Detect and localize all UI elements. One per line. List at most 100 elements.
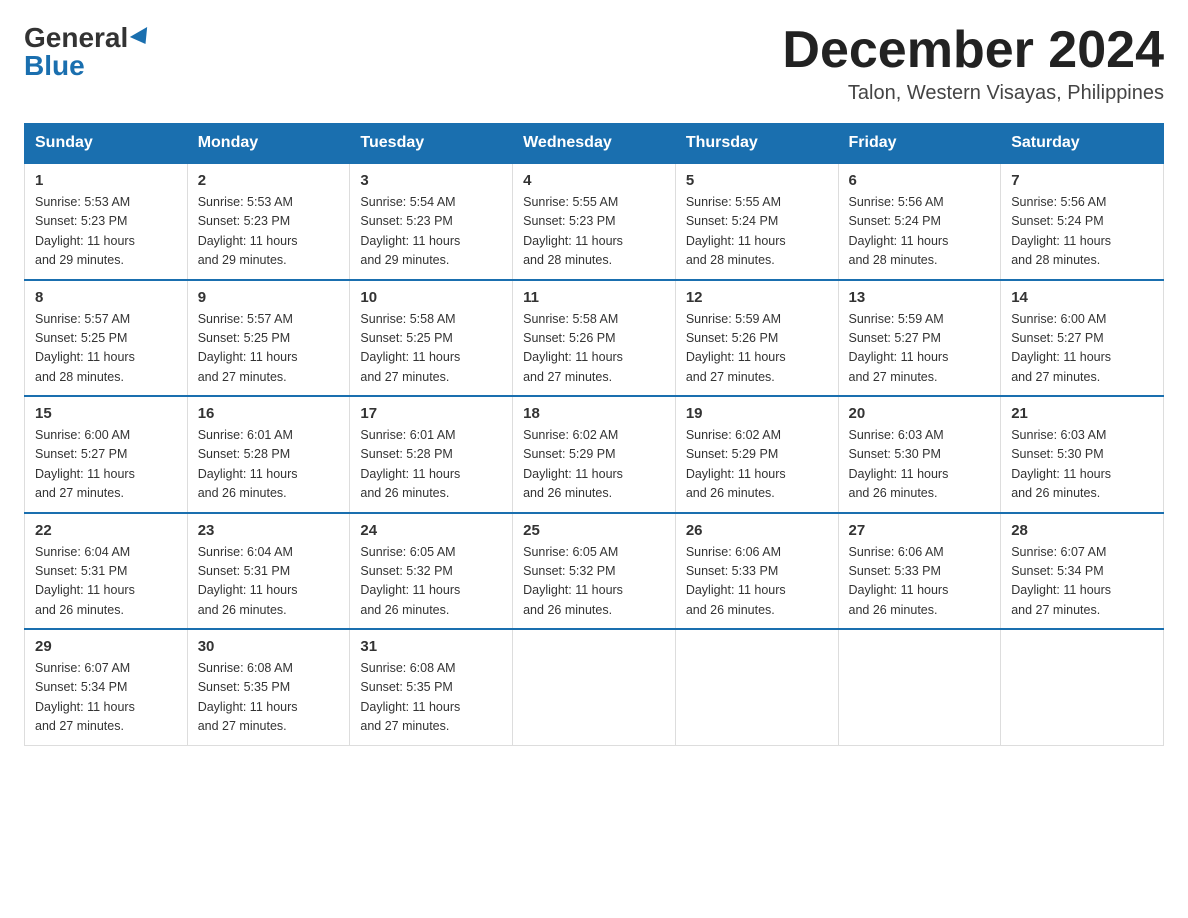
day-number: 11 (523, 289, 665, 306)
calendar-cell: 10 Sunrise: 5:58 AMSunset: 5:25 PMDayligh… (350, 280, 513, 397)
calendar-cell: 24 Sunrise: 6:05 AMSunset: 5:32 PMDayligh… (350, 513, 513, 630)
day-number: 27 (849, 522, 991, 539)
day-number: 21 (1011, 405, 1153, 422)
day-number: 9 (198, 289, 340, 306)
calendar-cell: 16Sunrise: 6:01 AMSunset: 5:28 PMDayligh… (187, 396, 350, 513)
day-info: Sunrise: 6:03 AMSunset: 5:30 PMDaylight:… (1011, 426, 1153, 504)
calendar-cell: 23 Sunrise: 6:04 AMSunset: 5:31 PMDayligh… (187, 513, 350, 630)
day-info: Sunrise: 6:02 AMSunset: 5:29 PMDaylight:… (686, 426, 828, 504)
day-number: 24 (360, 522, 502, 539)
day-info: Sunrise: 6:07 AMSunset: 5:34 PMDaylight:… (1011, 543, 1153, 621)
header-friday: Friday (838, 124, 1001, 164)
calendar-cell: 1 Sunrise: 5:53 AMSunset: 5:23 PMDaylight… (25, 163, 188, 280)
header-sunday: Sunday (25, 124, 188, 164)
day-number: 10 (360, 289, 502, 306)
day-number: 2 (198, 172, 340, 189)
day-info: Sunrise: 5:54 AMSunset: 5:23 PMDaylight:… (360, 193, 502, 271)
calendar-cell: 6 Sunrise: 5:56 AMSunset: 5:24 PMDaylight… (838, 163, 1001, 280)
calendar-location: Talon, Western Visayas, Philippines (782, 82, 1164, 105)
day-number: 25 (523, 522, 665, 539)
header-saturday: Saturday (1001, 124, 1164, 164)
calendar-cell: 31 Sunrise: 6:08 AMSunset: 5:35 PMDayligh… (350, 629, 513, 745)
day-info: Sunrise: 5:55 AMSunset: 5:23 PMDaylight:… (523, 193, 665, 271)
calendar-cell: 30 Sunrise: 6:08 AMSunset: 5:35 PMDayligh… (187, 629, 350, 745)
calendar-cell: 2 Sunrise: 5:53 AMSunset: 5:23 PMDaylight… (187, 163, 350, 280)
day-info: Sunrise: 5:56 AMSunset: 5:24 PMDaylight:… (1011, 193, 1153, 271)
day-number: 15 (35, 405, 177, 422)
day-number: 7 (1011, 172, 1153, 189)
logo-general: General (24, 24, 128, 52)
header-monday: Monday (187, 124, 350, 164)
calendar-table: SundayMondayTuesdayWednesdayThursdayFrid… (24, 123, 1164, 746)
day-info: Sunrise: 6:02 AMSunset: 5:29 PMDaylight:… (523, 426, 665, 504)
day-number: 6 (849, 172, 991, 189)
day-info: Sunrise: 6:05 AMSunset: 5:32 PMDaylight:… (523, 543, 665, 621)
day-info: Sunrise: 6:04 AMSunset: 5:31 PMDaylight:… (35, 543, 177, 621)
logo-blue: Blue (24, 52, 85, 80)
calendar-week-2: 8 Sunrise: 5:57 AMSunset: 5:25 PMDaylight… (25, 280, 1164, 397)
day-number: 23 (198, 522, 340, 539)
calendar-cell: 7 Sunrise: 5:56 AMSunset: 5:24 PMDaylight… (1001, 163, 1164, 280)
calendar-cell: 15 Sunrise: 6:00 AMSunset: 5:27 PMDayligh… (25, 396, 188, 513)
day-info: Sunrise: 6:00 AMSunset: 5:27 PMDaylight:… (35, 426, 177, 504)
calendar-cell: 28Sunrise: 6:07 AMSunset: 5:34 PMDayligh… (1001, 513, 1164, 630)
calendar-cell: 11 Sunrise: 5:58 AMSunset: 5:26 PMDayligh… (513, 280, 676, 397)
day-info: Sunrise: 5:55 AMSunset: 5:24 PMDaylight:… (686, 193, 828, 271)
day-info: Sunrise: 6:08 AMSunset: 5:35 PMDaylight:… (360, 659, 502, 737)
calendar-cell: 3 Sunrise: 5:54 AMSunset: 5:23 PMDaylight… (350, 163, 513, 280)
day-info: Sunrise: 5:53 AMSunset: 5:23 PMDaylight:… (198, 193, 340, 271)
day-number: 18 (523, 405, 665, 422)
calendar-cell: 17Sunrise: 6:01 AMSunset: 5:28 PMDayligh… (350, 396, 513, 513)
calendar-cell: 29 Sunrise: 6:07 AMSunset: 5:34 PMDayligh… (25, 629, 188, 745)
calendar-cell: 12Sunrise: 5:59 AMSunset: 5:26 PMDayligh… (675, 280, 838, 397)
calendar-cell: 5Sunrise: 5:55 AMSunset: 5:24 PMDaylight… (675, 163, 838, 280)
day-info: Sunrise: 6:03 AMSunset: 5:30 PMDaylight:… (849, 426, 991, 504)
calendar-cell (1001, 629, 1164, 745)
day-number: 14 (1011, 289, 1153, 306)
day-number: 1 (35, 172, 177, 189)
day-info: Sunrise: 5:57 AMSunset: 5:25 PMDaylight:… (35, 310, 177, 388)
day-number: 26 (686, 522, 828, 539)
calendar-cell: 13Sunrise: 5:59 AMSunset: 5:27 PMDayligh… (838, 280, 1001, 397)
day-number: 22 (35, 522, 177, 539)
calendar-cell: 19 Sunrise: 6:02 AMSunset: 5:29 PMDayligh… (675, 396, 838, 513)
day-info: Sunrise: 6:06 AMSunset: 5:33 PMDaylight:… (686, 543, 828, 621)
day-info: Sunrise: 5:59 AMSunset: 5:26 PMDaylight:… (686, 310, 828, 388)
calendar-cell: 25 Sunrise: 6:05 AMSunset: 5:32 PMDayligh… (513, 513, 676, 630)
day-info: Sunrise: 6:08 AMSunset: 5:35 PMDaylight:… (198, 659, 340, 737)
header-wednesday: Wednesday (513, 124, 676, 164)
day-number: 30 (198, 638, 340, 655)
calendar-cell (675, 629, 838, 745)
day-info: Sunrise: 5:58 AMSunset: 5:26 PMDaylight:… (523, 310, 665, 388)
day-number: 8 (35, 289, 177, 306)
day-number: 16 (198, 405, 340, 422)
day-info: Sunrise: 6:07 AMSunset: 5:34 PMDaylight:… (35, 659, 177, 737)
calendar-cell: 27 Sunrise: 6:06 AMSunset: 5:33 PMDayligh… (838, 513, 1001, 630)
calendar-cell: 26 Sunrise: 6:06 AMSunset: 5:33 PMDayligh… (675, 513, 838, 630)
day-info: Sunrise: 5:58 AMSunset: 5:25 PMDaylight:… (360, 310, 502, 388)
day-number: 29 (35, 638, 177, 655)
day-number: 31 (360, 638, 502, 655)
calendar-cell: 18 Sunrise: 6:02 AMSunset: 5:29 PMDayligh… (513, 396, 676, 513)
day-info: Sunrise: 6:06 AMSunset: 5:33 PMDaylight:… (849, 543, 991, 621)
day-info: Sunrise: 6:05 AMSunset: 5:32 PMDaylight:… (360, 543, 502, 621)
day-info: Sunrise: 5:57 AMSunset: 5:25 PMDaylight:… (198, 310, 340, 388)
calendar-week-3: 15 Sunrise: 6:00 AMSunset: 5:27 PMDayligh… (25, 396, 1164, 513)
calendar-week-5: 29 Sunrise: 6:07 AMSunset: 5:34 PMDayligh… (25, 629, 1164, 745)
calendar-cell: 22 Sunrise: 6:04 AMSunset: 5:31 PMDayligh… (25, 513, 188, 630)
day-info: Sunrise: 6:04 AMSunset: 5:31 PMDaylight:… (198, 543, 340, 621)
calendar-week-1: 1 Sunrise: 5:53 AMSunset: 5:23 PMDaylight… (25, 163, 1164, 280)
calendar-cell: 8 Sunrise: 5:57 AMSunset: 5:25 PMDaylight… (25, 280, 188, 397)
calendar-header-row: SundayMondayTuesdayWednesdayThursdayFrid… (25, 124, 1164, 164)
day-number: 3 (360, 172, 502, 189)
title-block: December 2024 Talon, Western Visayas, Ph… (782, 24, 1164, 105)
day-number: 17 (360, 405, 502, 422)
day-info: Sunrise: 5:53 AMSunset: 5:23 PMDaylight:… (35, 193, 177, 271)
calendar-week-4: 22 Sunrise: 6:04 AMSunset: 5:31 PMDayligh… (25, 513, 1164, 630)
day-info: Sunrise: 5:56 AMSunset: 5:24 PMDaylight:… (849, 193, 991, 271)
calendar-cell: 20 Sunrise: 6:03 AMSunset: 5:30 PMDayligh… (838, 396, 1001, 513)
page-header: General Blue December 2024 Talon, Wester… (24, 24, 1164, 105)
day-info: Sunrise: 6:00 AMSunset: 5:27 PMDaylight:… (1011, 310, 1153, 388)
day-number: 19 (686, 405, 828, 422)
day-number: 20 (849, 405, 991, 422)
